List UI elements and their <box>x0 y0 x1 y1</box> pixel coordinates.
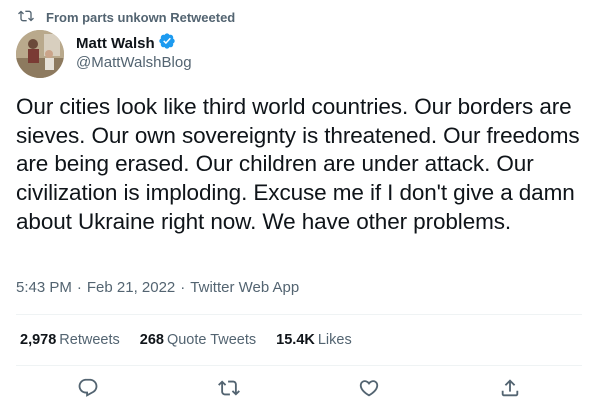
retweets-stat[interactable]: 2,978 Retweets <box>20 332 120 348</box>
tweet-date[interactable]: Feb 21, 2022 <box>87 279 175 296</box>
tweet-source[interactable]: Twitter Web App <box>190 279 299 296</box>
share-button[interactable] <box>499 377 521 399</box>
quote-tweets-stat[interactable]: 268 Quote Tweets <box>140 332 256 348</box>
retweet-icon <box>18 8 46 27</box>
reply-button[interactable] <box>77 377 99 399</box>
likes-stat[interactable]: 15.4K Likes <box>276 332 352 348</box>
likes-label: Likes <box>317 332 352 348</box>
tweet-meta: 5:43 PM · Feb 21, 2022 · Twitter Web App <box>16 279 299 296</box>
retweet-button[interactable] <box>218 377 240 399</box>
share-icon <box>499 379 521 403</box>
author-handle[interactable]: @MattWalshBlog <box>76 54 192 71</box>
verified-badge-icon <box>155 32 176 54</box>
like-icon <box>358 380 380 403</box>
quote-tweets-label: Quote Tweets <box>166 332 257 348</box>
author-name[interactable]: Matt Walsh <box>76 35 155 52</box>
meta-separator: · <box>76 279 82 296</box>
tweet-text: Our cities look like third world countri… <box>16 94 580 234</box>
retweet-icon <box>218 380 240 403</box>
tweet-time[interactable]: 5:43 PM <box>16 279 72 296</box>
quote-tweets-count: 268 <box>139 332 164 348</box>
avatar[interactable] <box>16 30 64 78</box>
tweet-stats: 2,978 Retweets 268 Quote Tweets 15.4K Likes <box>20 332 372 348</box>
retweet-context[interactable]: From parts unkown Retweeted <box>18 7 235 27</box>
meta-separator: · <box>180 279 186 296</box>
likes-count: 15.4K <box>276 332 315 348</box>
retweet-context-label: From parts unkown Retweeted <box>46 9 236 25</box>
tweet-actions <box>0 377 598 401</box>
divider <box>16 314 582 315</box>
reply-icon <box>77 378 99 403</box>
divider <box>16 365 582 366</box>
retweets-count: 2,978 <box>20 332 57 348</box>
retweets-label: Retweets <box>59 332 120 348</box>
like-button[interactable] <box>358 377 380 399</box>
